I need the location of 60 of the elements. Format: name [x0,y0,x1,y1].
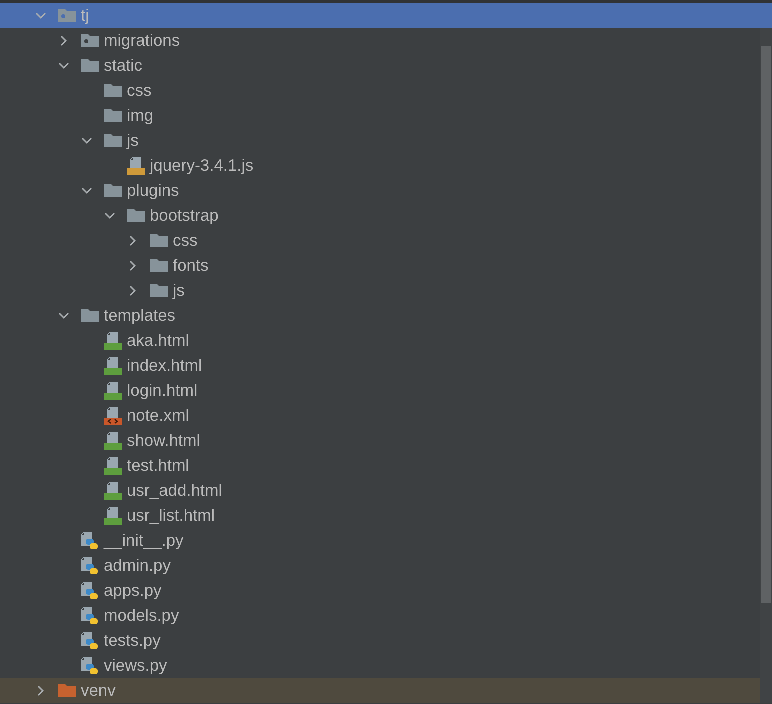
file-name[interactable]: apps.py [104,580,162,600]
file-name[interactable]: index.html [127,356,202,376]
file-name[interactable]: tests.py [104,630,161,650]
folder-name[interactable]: css [127,80,152,100]
file-name[interactable]: login.html [127,380,198,400]
folder-icon [104,184,122,197]
folder-name[interactable]: img [127,106,154,126]
folder-icon [58,684,76,697]
file-name[interactable]: views.py [104,656,168,676]
file-name[interactable]: jquery-3.4.1.js [150,156,254,176]
folder-icon [150,259,168,272]
file-name[interactable]: usr_add.html [127,480,222,500]
file-name[interactable]: test.html [127,456,190,476]
folder-name[interactable]: js [127,130,139,150]
folder-icon [104,109,122,122]
file-name[interactable]: admin.py [104,556,171,576]
folder-icon [150,234,168,247]
html-file-icon [104,356,122,374]
file-name[interactable]: aka.html [127,330,190,350]
html-file-icon [104,506,122,524]
file-name[interactable]: __init__.py [104,530,184,550]
folder-name[interactable]: migrations [104,30,180,50]
js-file-icon [127,156,145,174]
folder-icon [81,59,99,72]
folder-name[interactable]: static [104,56,143,76]
python-file-icon [81,606,99,624]
file-name[interactable]: note.xml [127,406,190,426]
folder-icon [150,284,168,297]
folder-icon [104,84,122,97]
scrollbar-thumb[interactable] [761,46,771,603]
python-file-icon [81,656,99,674]
chevron-right-icon[interactable] [127,260,139,272]
python-file-icon [81,632,99,650]
folder-name[interactable]: fonts [173,256,209,276]
folder-name[interactable]: bootstrap [150,206,219,226]
chevron-right-icon[interactable] [58,34,70,46]
folder-icon [104,134,122,147]
folder-icon [81,309,99,322]
chevron-right-icon[interactable] [127,234,139,246]
xml-file-icon [104,406,122,424]
chevron-right-icon[interactable] [35,684,47,696]
file-name[interactable]: models.py [104,606,180,626]
python-file-icon [81,556,99,574]
python-file-icon [81,532,99,550]
chevron-right-icon[interactable] [127,284,139,296]
python-file-icon [81,582,99,600]
html-file-icon [104,382,122,400]
folder-name[interactable]: venv [81,680,116,700]
folder-name[interactable]: plugins [127,180,180,200]
folder-name[interactable]: css [173,230,198,250]
tree-row[interactable]: venv [0,678,760,703]
html-file-icon [104,332,122,350]
html-file-icon [104,432,122,450]
html-file-icon [104,456,122,474]
html-file-icon [104,482,122,500]
file-name[interactable]: usr_list.html [127,506,216,526]
folder-name[interactable]: templates [104,306,176,326]
folder-name[interactable]: js [173,280,185,300]
file-name[interactable]: show.html [127,430,200,450]
folder-icon [127,209,145,222]
